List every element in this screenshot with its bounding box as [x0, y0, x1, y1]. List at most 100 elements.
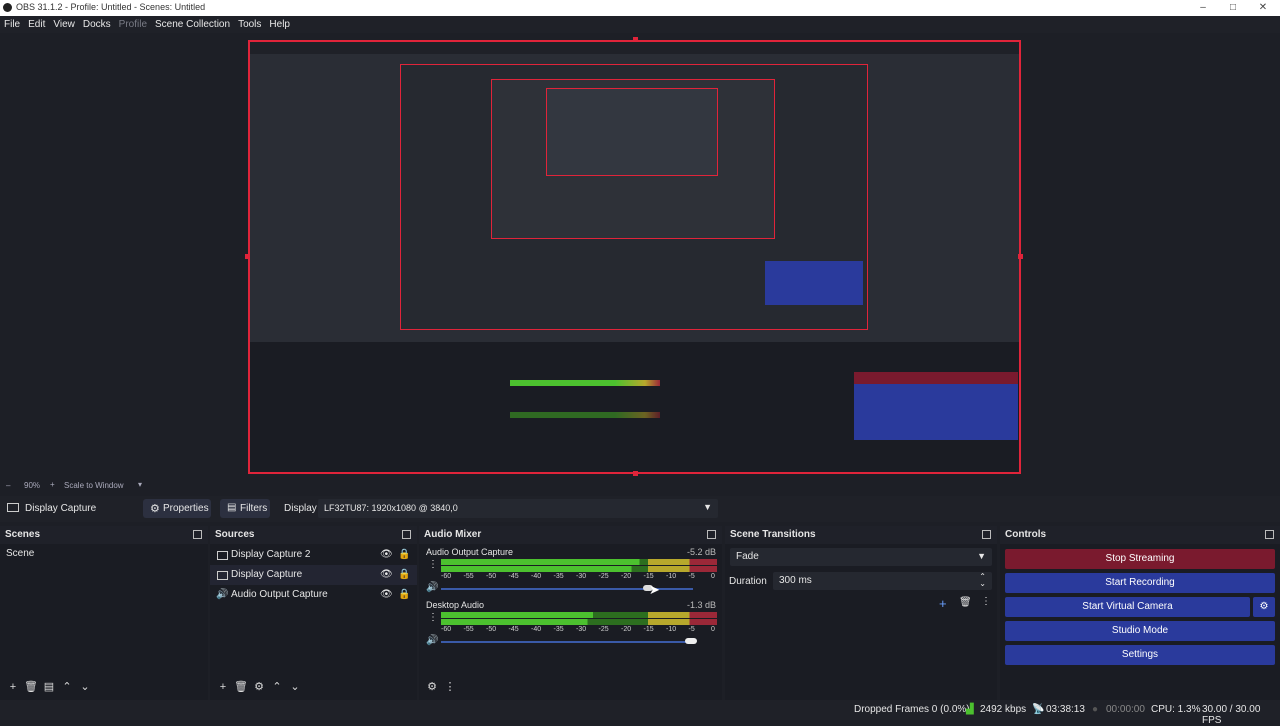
- dock-undock-icon[interactable]: [707, 530, 716, 539]
- source-item[interactable]: 🔊 Audio Output Capture 👁 🔒: [210, 585, 417, 605]
- speaker-icon[interactable]: 🔊: [426, 582, 438, 593]
- stream-time: 03:38:13: [1046, 704, 1085, 715]
- meter-tick-label: -45: [508, 573, 519, 580]
- resize-handle-top[interactable]: [633, 37, 638, 42]
- source-item-label: Display Capture: [231, 569, 303, 580]
- menu-help[interactable]: Help: [265, 16, 294, 33]
- start-virtual-camera-button[interactable]: Start Virtual Camera: [1005, 597, 1250, 617]
- zoom-out-button[interactable]: –: [6, 481, 10, 490]
- dock-undock-icon[interactable]: [1265, 530, 1274, 539]
- meter-ticks: -60 -55 -50 -45 -40 -35 -30 -25 -20 -15 -10 -5 0: [441, 573, 717, 583]
- volume-slider-handle[interactable]: [685, 638, 697, 644]
- move-up-icon[interactable]: ⌃: [268, 680, 286, 693]
- channel-menu-icon[interactable]: ⋮: [428, 612, 438, 623]
- scale-dropdown-icon[interactable]: ▾: [138, 480, 142, 489]
- menu-view[interactable]: View: [49, 16, 79, 33]
- duration-label: Duration: [729, 576, 767, 587]
- scenes-dock-title: Scenes: [0, 526, 208, 544]
- meter-tick-label: -40: [531, 626, 542, 633]
- close-button[interactable]: ✕: [1248, 0, 1278, 16]
- lock-icon[interactable]: 🔒: [398, 545, 410, 565]
- menu-scene-collection[interactable]: Scene Collection: [151, 16, 234, 33]
- meter-tick-label: -5: [688, 626, 695, 633]
- meter-tick-label: -10: [666, 626, 677, 633]
- add-source-icon[interactable]: +: [214, 681, 232, 693]
- minimize-button[interactable]: –: [1188, 0, 1218, 16]
- meter-tick-label: -25: [598, 573, 609, 580]
- speaker-icon[interactable]: 🔊: [426, 635, 438, 646]
- meter-tick-label: -30: [576, 626, 587, 633]
- source-properties-icon[interactable]: ⚙: [250, 680, 268, 693]
- channel-name: Audio Output Capture: [426, 547, 514, 557]
- move-down-icon[interactable]: ⌄: [286, 680, 304, 693]
- menu-profile[interactable]: Profile: [115, 16, 151, 33]
- meter-tick-label: -10: [666, 573, 677, 580]
- move-down-icon[interactable]: ⌄: [76, 680, 94, 693]
- nested-controls: [765, 261, 863, 305]
- scene-item-label: Scene: [6, 548, 35, 559]
- dock-undock-icon[interactable]: [982, 530, 991, 539]
- lock-icon[interactable]: 🔒: [398, 585, 410, 605]
- transition-select[interactable]: Fade ▼: [730, 548, 992, 566]
- settings-button[interactable]: Settings: [1005, 645, 1275, 665]
- menu-docks[interactable]: Docks: [79, 16, 115, 33]
- move-up-icon[interactable]: ⌃: [58, 680, 76, 693]
- duration-value: 300 ms: [779, 575, 812, 586]
- selected-source-name: Display Capture: [25, 503, 97, 514]
- add-transition-icon[interactable]: +: [939, 596, 947, 611]
- source-item[interactable]: Display Capture 2 👁 🔒: [210, 545, 417, 565]
- nested-preview: [400, 64, 868, 330]
- maximize-button[interactable]: □: [1218, 0, 1248, 16]
- scale-mode[interactable]: Scale to Window: [64, 481, 124, 490]
- scenes-dock: Scenes Scene + 🗑 ▤ ⌃ ⌄: [0, 526, 208, 700]
- source-item[interactable]: Display Capture 👁 🔒: [210, 565, 417, 585]
- studio-mode-button[interactable]: Studio Mode: [1005, 621, 1275, 641]
- add-scene-icon[interactable]: +: [4, 681, 22, 693]
- remove-source-icon[interactable]: 🗑: [232, 680, 250, 693]
- source-item-label: Audio Output Capture: [231, 589, 328, 600]
- dock-undock-icon[interactable]: [402, 530, 411, 539]
- recording-time: 00:00:00: [1106, 704, 1145, 715]
- visibility-eye-icon[interactable]: 👁: [380, 585, 393, 605]
- menu-file[interactable]: File: [0, 16, 24, 33]
- channel-name: Desktop Audio: [426, 600, 485, 610]
- dock-undock-icon[interactable]: [193, 530, 202, 539]
- status-bar: Dropped Frames 0 (0.0%) ▟ 2492 kbps 📡 03…: [0, 700, 1280, 726]
- remove-scene-icon[interactable]: 🗑: [22, 680, 40, 693]
- filters-label: Filters: [240, 503, 268, 514]
- spin-down-icon[interactable]: ⌄: [979, 579, 986, 588]
- meter-ticks: -60 -55 -50 -45 -40 -35 -30 -25 -20 -15 -10 -5 0: [441, 626, 717, 636]
- display-value: LF32TU87: 1920x1080 @ 3840,0: [324, 503, 458, 513]
- stop-streaming-button[interactable]: Stop Streaming: [1005, 549, 1275, 569]
- mixer-menu-icon[interactable]: ⋮: [441, 680, 459, 693]
- display-select[interactable]: LF32TU87: 1920x1080 @ 3840,0 ▼: [318, 499, 718, 518]
- scene-filters-icon[interactable]: ▤: [40, 680, 58, 693]
- duration-input[interactable]: 300 ms ⌃ ⌄: [773, 572, 992, 590]
- visibility-eye-icon[interactable]: 👁: [380, 565, 393, 585]
- resize-handle-bottom[interactable]: [633, 471, 638, 476]
- properties-button[interactable]: ⚙ Properties: [143, 499, 211, 518]
- preview-canvas[interactable]: [248, 40, 1021, 474]
- scene-item[interactable]: Scene: [0, 544, 208, 564]
- menu-tools[interactable]: Tools: [234, 16, 265, 33]
- remove-transition-icon[interactable]: 🗑: [959, 597, 972, 608]
- volume-slider[interactable]: [441, 641, 693, 643]
- meter-tick-label: -15: [643, 626, 654, 633]
- meter-tick-label: -55: [463, 573, 474, 580]
- transition-menu-icon[interactable]: ⋮: [981, 596, 991, 607]
- mixer-toolbar: ⚙ ⋮: [423, 680, 459, 696]
- mouse-cursor-icon: ➤: [649, 582, 660, 597]
- resize-handle-left[interactable]: [245, 254, 250, 259]
- virtual-camera-settings-button[interactable]: ⚙: [1253, 597, 1275, 617]
- advanced-audio-icon[interactable]: ⚙: [423, 680, 441, 693]
- lock-icon[interactable]: 🔒: [398, 565, 410, 585]
- filters-button[interactable]: ▤ Filters: [220, 499, 270, 518]
- volume-meter: [441, 612, 717, 618]
- volume-meter-right: [441, 619, 717, 625]
- visibility-eye-icon[interactable]: 👁: [380, 545, 393, 565]
- start-recording-button[interactable]: Start Recording: [1005, 573, 1275, 593]
- channel-menu-icon[interactable]: ⋮: [428, 559, 438, 570]
- zoom-in-button[interactable]: +: [50, 480, 55, 489]
- resize-handle-right[interactable]: [1018, 254, 1023, 259]
- menu-edit[interactable]: Edit: [24, 16, 49, 33]
